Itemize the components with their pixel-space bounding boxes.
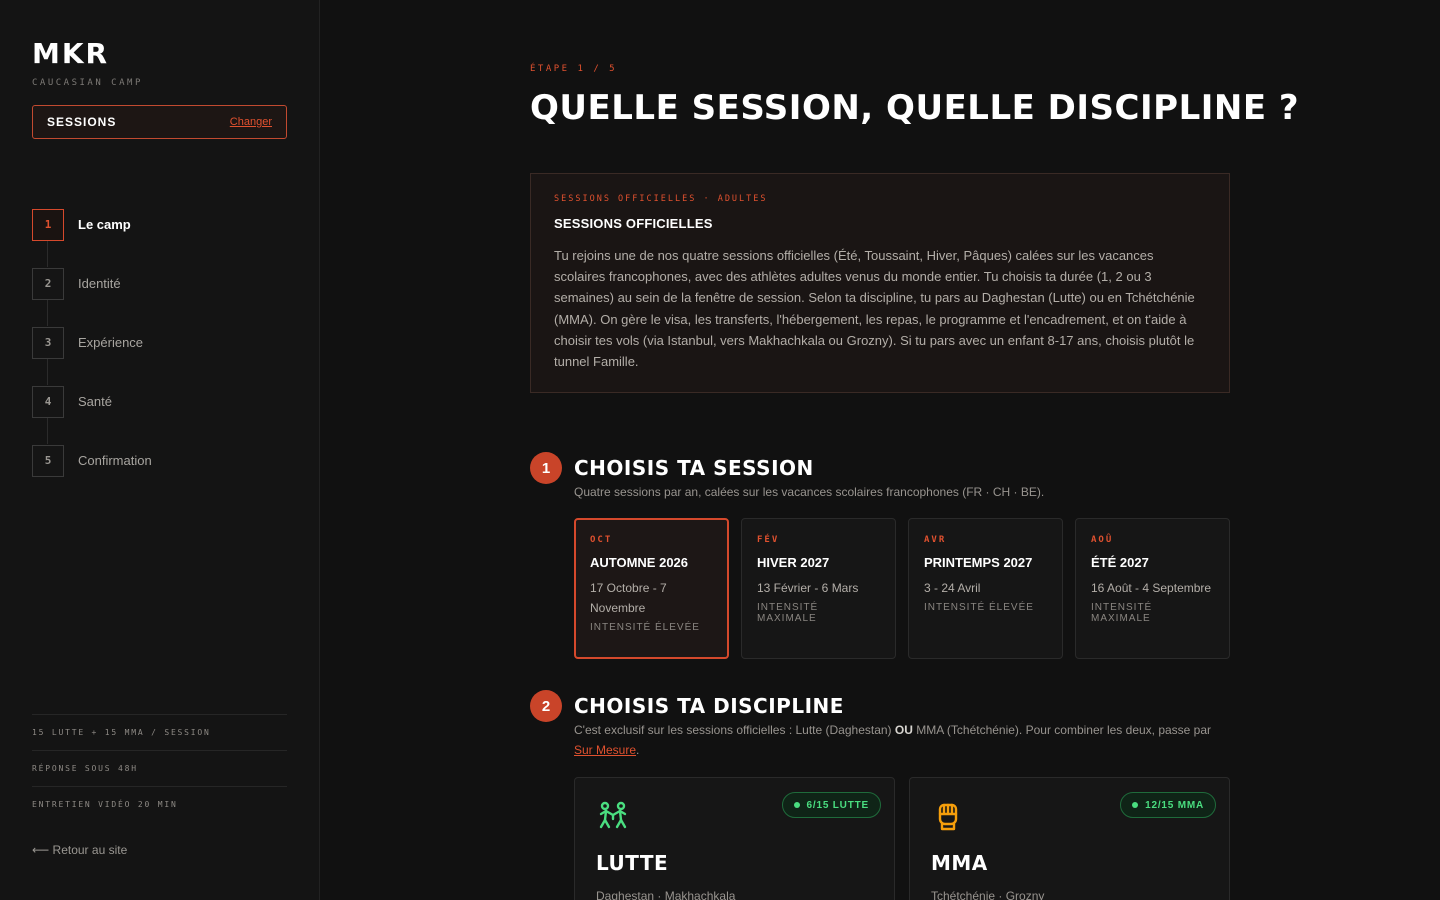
session-name: AUTOMNE 2026 xyxy=(590,555,689,570)
session-month: FÉV xyxy=(757,535,780,545)
section-description: Quatre sessions par an, calées sur les v… xyxy=(574,485,1045,499)
session-intensity: INTENSITÉ MAXIMALE xyxy=(757,602,819,624)
session-intensity: INTENSITÉ ÉLEVÉE xyxy=(924,602,1034,613)
session-card-automne-2026[interactable]: OCT AUTOMNE 2026 17 Octobre - 7 Novembre… xyxy=(574,518,729,659)
session-name: ÉTÉ 2027 xyxy=(1091,555,1149,570)
availability-badge: 12/15 MMA xyxy=(1120,792,1216,818)
session-dates: 16 Août - 4 Septembre xyxy=(1091,581,1212,595)
section-number-badge: 2 xyxy=(530,690,562,722)
step-label: Santé xyxy=(78,394,112,409)
section-discipline-header: 2 CHOISIS TA DISCIPLINE xyxy=(530,690,844,722)
brand-subtitle: CAUCASIAN CAMP xyxy=(32,78,143,88)
step-sante[interactable]: 4 Santé xyxy=(32,385,152,444)
wrestling-icon xyxy=(599,801,627,829)
session-name: HIVER 2027 xyxy=(757,555,830,570)
step-eyebrow: ÉTAPE 1 / 5 xyxy=(530,64,618,74)
step-le-camp[interactable]: 1 Le camp xyxy=(32,208,152,267)
step-label: Confirmation xyxy=(78,453,152,468)
sur-mesure-link[interactable]: Sur Mesure xyxy=(574,743,636,757)
info-text: Tu rejoins une de nos quatre sessions of… xyxy=(554,248,1195,370)
section-session-header: 1 CHOISIS TA SESSION xyxy=(530,452,814,484)
desc-text: C'est exclusif sur les sessions officiel… xyxy=(574,723,895,737)
status-dot xyxy=(1132,802,1139,808)
session-intensity: INTENSITÉ MAXIMALE xyxy=(1091,602,1153,624)
session-type-selector: SESSIONS Changer xyxy=(32,105,287,139)
info-title: SESSIONS OFFICIELLES xyxy=(554,216,713,231)
availability-badge: 6/15 LUTTE xyxy=(781,792,881,818)
discipline-card-mma[interactable]: 12/15 MMA MMA Tchétchénie · Grozny xyxy=(909,777,1230,900)
session-name: PRINTEMPS 2027 xyxy=(924,555,1033,570)
section-title: CHOISIS TA SESSION xyxy=(574,456,814,480)
sidebar: MKR CAUCASIAN CAMP SESSIONS Changer 1 Le… xyxy=(0,0,320,900)
desc-bold: OU xyxy=(894,723,913,737)
section-description: C'est exclusif sur les sessions officiel… xyxy=(574,720,1230,760)
session-type-label: SESSIONS xyxy=(47,115,117,129)
discipline-cards: 6/15 LUTTE LUTTE Daghestan · Makhachkala xyxy=(574,777,1230,900)
page-title: QUELLE SESSION, QUELLE DISCIPLINE ? xyxy=(530,88,1300,128)
step-label: Expérience xyxy=(78,335,144,350)
session-card-hiver-2027[interactable]: FÉV HIVER 2027 13 Février - 6 Mars INTEN… xyxy=(741,518,896,659)
boxing-glove-icon xyxy=(938,803,958,831)
change-session-type-link[interactable]: Changer xyxy=(230,116,272,128)
session-intensity: INTENSITÉ ÉLEVÉE xyxy=(590,622,700,633)
step-confirmation[interactable]: 5 Confirmation xyxy=(32,444,152,477)
brand[interactable]: MKR CAUCASIAN CAMP xyxy=(32,40,143,89)
info-box: SESSIONS OFFICIELLES · ADULTES SESSIONS … xyxy=(530,173,1230,393)
desc-text: . xyxy=(636,743,640,757)
section-title: CHOISIS TA DISCIPLINE xyxy=(574,694,844,718)
step-number: 5 xyxy=(32,444,64,477)
availability-text: 12/15 MMA xyxy=(1145,799,1204,811)
step-label: Le camp xyxy=(78,217,131,232)
step-number: 1 xyxy=(32,208,64,241)
step-nav: 1 Le camp 2 Identité 3 Expérience 4 Sant… xyxy=(32,208,152,503)
discipline-name: LUTTE xyxy=(596,851,669,875)
status-dot xyxy=(793,802,800,808)
fact-item: 15 LUTTE + 15 MMA / SESSION xyxy=(32,714,287,750)
session-dates: 3 - 24 Avril xyxy=(924,581,981,595)
step-number: 3 xyxy=(32,326,64,359)
brand-logo[interactable]: MKR xyxy=(32,40,143,68)
session-month: AOÛ xyxy=(1091,535,1114,545)
step-identite[interactable]: 2 Identité xyxy=(32,267,152,326)
fact-item: ENTRETIEN VIDÉO 20 MIN xyxy=(32,786,287,822)
discipline-name: MMA xyxy=(931,851,988,875)
availability-text: 6/15 LUTTE xyxy=(806,799,869,811)
side-facts: 15 LUTTE + 15 MMA / SESSION RÉPONSE SOUS… xyxy=(32,714,287,822)
step-label: Identité xyxy=(78,276,121,291)
session-card-ete-2027[interactable]: AOÛ ÉTÉ 2027 16 Août - 4 Septembre INTEN… xyxy=(1075,518,1230,659)
step-number: 4 xyxy=(32,385,64,418)
session-dates: 17 Octobre - 7 Novembre xyxy=(590,581,667,615)
session-month: OCT xyxy=(590,535,613,545)
step-connector xyxy=(47,359,48,385)
desc-text: MMA (Tchétchénie). Pour combiner les deu… xyxy=(912,723,1212,737)
session-card-printemps-2027[interactable]: AVR PRINTEMPS 2027 3 - 24 Avril INTENSIT… xyxy=(908,518,1063,659)
discipline-card-lutte[interactable]: 6/15 LUTTE LUTTE Daghestan · Makhachkala xyxy=(574,777,895,900)
info-eyebrow: SESSIONS OFFICIELLES · ADULTES xyxy=(554,194,768,204)
step-connector xyxy=(47,300,48,326)
step-experience[interactable]: 3 Expérience xyxy=(32,326,152,385)
step-number: 2 xyxy=(32,267,64,300)
session-cards: OCT AUTOMNE 2026 17 Octobre - 7 Novembre… xyxy=(574,518,1230,659)
session-dates: 13 Février - 6 Mars xyxy=(757,581,859,595)
step-connector xyxy=(47,241,48,267)
section-number-badge: 1 xyxy=(530,452,562,484)
main-content: ÉTAPE 1 / 5 QUELLE SESSION, QUELLE DISCI… xyxy=(530,0,1299,900)
fact-item: RÉPONSE SOUS 48H xyxy=(32,750,287,786)
discipline-location: Daghestan · Makhachkala xyxy=(596,889,736,900)
discipline-location: Tchétchénie · Grozny xyxy=(931,889,1045,900)
step-connector xyxy=(47,418,48,444)
session-month: AVR xyxy=(924,535,947,545)
back-to-site-link[interactable]: ⟵ Retour au site xyxy=(32,843,127,857)
